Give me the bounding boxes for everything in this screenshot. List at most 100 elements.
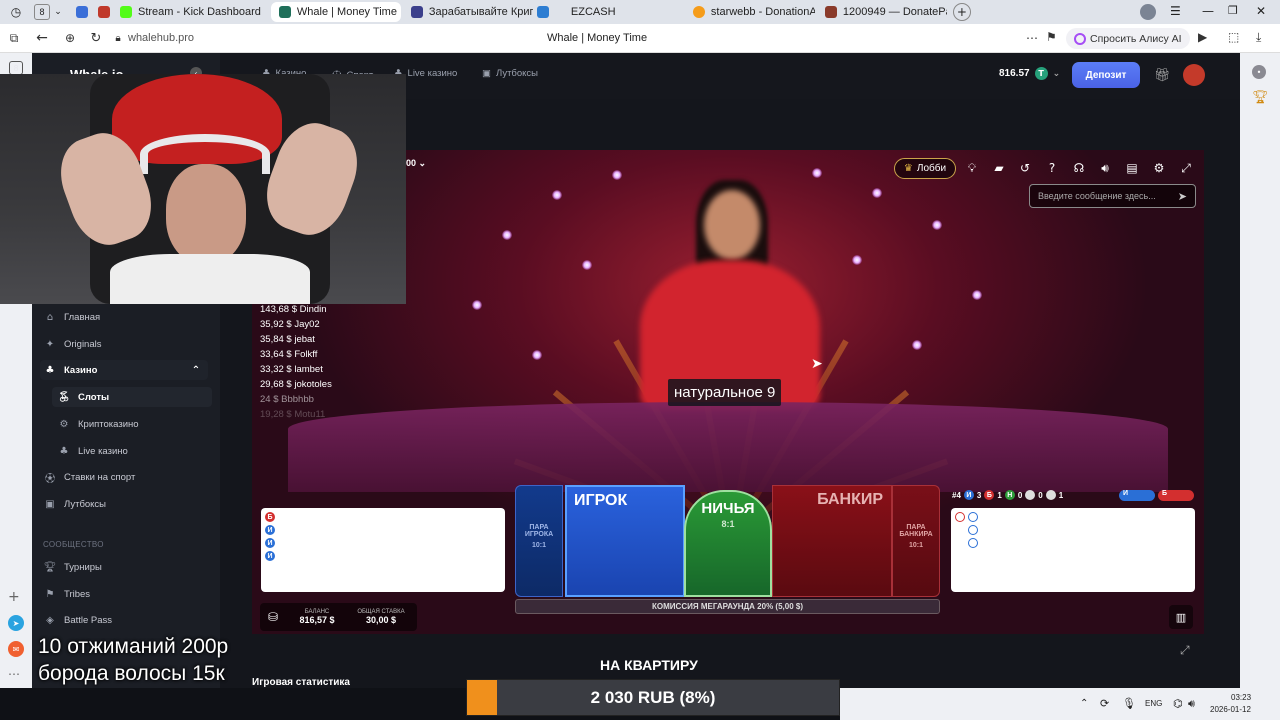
challenge-line: 10 отжиманий 200р: [38, 635, 229, 658]
bet-level-selector[interactable]: 00 ⌄: [406, 158, 426, 169]
sidebar-item-live[interactable]: ♣ Live казино: [58, 441, 128, 461]
reload-icon[interactable]: ↻: [84, 31, 108, 46]
add-panel-icon[interactable]: +: [8, 589, 20, 605]
help-icon[interactable]: ?: [1044, 160, 1060, 176]
send-icon[interactable]: ➤: [1178, 190, 1187, 203]
road-player-ring: [968, 512, 978, 522]
back-icon[interactable]: ←: [28, 30, 56, 46]
volume-icon[interactable]: 🔊︎: [1097, 160, 1113, 176]
deposit-button[interactable]: Депозит: [1072, 62, 1140, 88]
volume-icon[interactable]: 🔊︎: [1188, 697, 1195, 711]
tab-crypto[interactable]: Зарабатывайте Крипту - I: [403, 2, 533, 22]
downloads-icon[interactable]: ⤓: [1256, 30, 1261, 45]
bet-player-pair[interactable]: ПАРА ИГРОКА 10:1: [515, 485, 563, 597]
sidebar-item-battle-pass[interactable]: ◈ Battle Pass: [44, 610, 112, 630]
chips-icon[interactable]: ⛁: [260, 610, 286, 624]
winner-entry: 35,92 $ Jay02: [260, 319, 320, 330]
bet-banker[interactable]: БАНКИР: [772, 485, 892, 597]
yandex-icon[interactable]: ⊕: [56, 31, 84, 45]
url-field[interactable]: whalehub.pro: [128, 32, 194, 44]
tabs-icon[interactable]: 8: [9, 61, 23, 75]
nav-lootboxes[interactable]: ▣ Лутбоксы: [482, 68, 538, 79]
total-bet-block: ОБЩАЯ СТАВКА 30,00 $: [348, 609, 414, 625]
big-road-right: [951, 508, 1195, 592]
more-icon[interactable]: ⋯: [1026, 31, 1038, 45]
sidebar-item-tournaments[interactable]: 🏆︎ Турниры: [44, 557, 102, 577]
donation-goal-bar: 2 030 RUB (8%): [466, 679, 840, 716]
expand-icon[interactable]: ⤢: [1180, 643, 1190, 658]
tab-donationalert[interactable]: starwebb - DonationAlert: [685, 2, 815, 22]
tab-counter[interactable]: 8: [34, 4, 50, 20]
sidebar-item-crypto[interactable]: ⚙ Криптоказино: [58, 414, 139, 434]
headset-icon[interactable]: ☊: [1071, 160, 1087, 176]
chevron-up-icon[interactable]: ⌃: [190, 364, 202, 376]
network-icon[interactable]: ⌬: [1173, 697, 1183, 710]
bet-player[interactable]: ИГРОК: [565, 485, 685, 597]
menu-icon[interactable]: ☰: [1170, 4, 1181, 18]
chat-icon[interactable]: ▰: [991, 160, 1007, 176]
fullscreen-icon[interactable]: ⤢: [1178, 160, 1194, 176]
sidebar-toggle-icon[interactable]: ⧉: [0, 31, 28, 46]
profile-avatar[interactable]: [1140, 4, 1156, 20]
tab-ezcash[interactable]: EZCASH: [563, 2, 683, 22]
trophy-icon[interactable]: 🏆︎: [1252, 90, 1269, 105]
sidebar-item-sport[interactable]: ⚽︎ Ставки на спорт: [44, 467, 135, 487]
minimize-icon[interactable]: —: [1202, 4, 1214, 18]
sidebar-item-originals[interactable]: ✦ Originals: [44, 334, 102, 354]
tab-favicon-icon[interactable]: [98, 6, 110, 18]
language-indicator[interactable]: ENG: [1145, 699, 1162, 708]
backdrop-light: [852, 255, 862, 265]
lobby-button[interactable]: ♛ Лобби: [894, 158, 956, 179]
history-icon[interactable]: ↺: [1017, 160, 1033, 176]
tab-kick-dashboard[interactable]: Stream - Kick Dashboard: [112, 2, 269, 22]
chat-icon[interactable]: •: [1252, 65, 1266, 79]
nav-label: Live казино: [407, 68, 458, 79]
sidebar-item-main[interactable]: ⌂ Главная: [44, 307, 100, 327]
banker-predict-button[interactable]: Б: [1158, 490, 1194, 501]
sidebar-item-lootboxes[interactable]: ▣ Лутбоксы: [44, 494, 106, 514]
tab-donatepay[interactable]: 1200949 — DonatePay: [817, 2, 947, 22]
mic-icon[interactable]: 🎙︎: [1122, 697, 1136, 710]
chevron-down-icon[interactable]: ⌄: [50, 7, 66, 17]
close-window-icon[interactable]: ✕: [1256, 4, 1266, 18]
tab-favicon-icon[interactable]: [76, 6, 88, 18]
more-icon[interactable]: ⋯: [8, 667, 20, 681]
chat-input[interactable]: Введите сообщение здесь... ➤: [1029, 184, 1196, 208]
clock-time[interactable]: 03:23: [1231, 693, 1251, 702]
bet-banker-pair[interactable]: ПАРА БАНКИРА 10:1: [892, 485, 940, 597]
media-icon[interactable]: ▶: [1198, 30, 1207, 44]
bookmark-icon[interactable]: ⚑: [1046, 30, 1057, 44]
history-icon[interactable]: ◷: [6, 5, 26, 19]
hint-icon[interactable]: 💡︎: [964, 160, 980, 176]
sidebar-item-label: Криптоказино: [78, 418, 139, 430]
avatar[interactable]: [1183, 64, 1205, 86]
gift-icon[interactable]: 🎁︎: [1154, 68, 1171, 83]
alice-button[interactable]: Спросить Алису AI: [1066, 28, 1190, 49]
video-quality-icon[interactable]: ▤: [1124, 160, 1140, 176]
telegram-icon[interactable]: ➤: [8, 615, 24, 631]
tab-favicon-icon[interactable]: [536, 6, 549, 18]
settings-icon[interactable]: ⚙: [1151, 160, 1167, 176]
sidebar-item-slots[interactable]: 🍒︎ Слоты: [52, 387, 212, 407]
statistics-icon[interactable]: ▥: [1169, 605, 1193, 629]
extensions-icon[interactable]: ⬚: [1228, 30, 1239, 44]
new-tab-icon[interactable]: +: [952, 3, 971, 21]
backdrop-light: [552, 190, 562, 200]
sidebar-item-casino[interactable]: ♣ Казино ⌃: [40, 360, 208, 380]
flag-icon: ⚑: [45, 588, 55, 600]
apartment-label: НА КВАРТИРУ: [600, 657, 698, 673]
bet-tie[interactable]: НИЧЬЯ 8:1: [684, 490, 772, 597]
restore-icon[interactable]: ❐: [1228, 4, 1238, 17]
backdrop-light: [612, 170, 622, 180]
clock-date[interactable]: 2026-01-12: [1210, 705, 1251, 714]
balance-selector[interactable]: 816.57 T ⌄: [999, 67, 1060, 80]
crypto-icon: [410, 6, 423, 18]
mail-icon[interactable]: ✉: [8, 641, 24, 657]
sidebar-item-tribes[interactable]: ⚑ Tribes: [44, 584, 91, 604]
sync-icon[interactable]: ⟳: [1100, 697, 1109, 710]
alice-icon: [1074, 32, 1086, 45]
tab-whale[interactable]: Whale | Money Time ✕: [270, 2, 401, 22]
kick-icon: [120, 6, 132, 18]
player-predict-button[interactable]: И: [1119, 490, 1155, 501]
tray-chevron-icon[interactable]: ⌃: [1080, 698, 1088, 709]
